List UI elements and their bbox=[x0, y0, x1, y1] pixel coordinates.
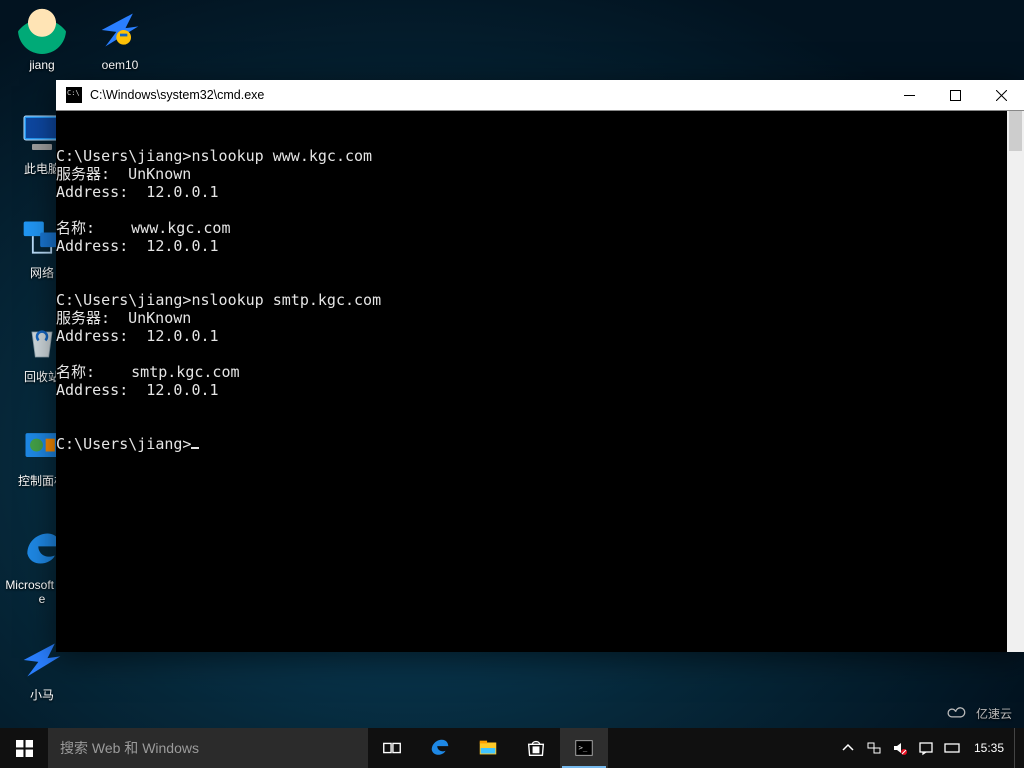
watermark-text: 亿速云 bbox=[976, 705, 1012, 722]
window-title: C:\Windows\system32\cmd.exe bbox=[90, 88, 886, 102]
task-view-button[interactable] bbox=[368, 728, 416, 768]
taskbar-clock[interactable]: 15:35 bbox=[966, 742, 1012, 755]
minimize-button[interactable] bbox=[886, 80, 932, 111]
taskbar: 搜索 Web 和 Windows >_ 15:35 bbox=[0, 728, 1024, 768]
tray-network-icon[interactable] bbox=[862, 728, 886, 768]
tray-chevron-up-icon[interactable] bbox=[836, 728, 860, 768]
start-button[interactable] bbox=[0, 728, 48, 768]
tray-keyboard-icon[interactable] bbox=[940, 728, 964, 768]
taskbar-edge[interactable] bbox=[416, 728, 464, 768]
close-button[interactable] bbox=[978, 80, 1024, 111]
tray-volume-icon[interactable] bbox=[888, 728, 912, 768]
taskbar-explorer[interactable] bbox=[464, 728, 512, 768]
search-placeholder: 搜索 Web 和 Windows bbox=[60, 738, 199, 758]
cursor bbox=[191, 435, 199, 449]
taskbar-cmd[interactable]: >_ bbox=[560, 728, 608, 768]
cloud-icon bbox=[944, 704, 970, 722]
window-controls bbox=[886, 80, 1024, 110]
show-desktop-button[interactable] bbox=[1014, 728, 1020, 768]
clock-time: 15:35 bbox=[974, 742, 1004, 755]
svg-text:>_: >_ bbox=[579, 743, 588, 752]
cmd-window[interactable]: C:\Windows\system32\cmd.exe C:\Users\jia… bbox=[56, 80, 1024, 652]
cmd-icon bbox=[66, 87, 82, 103]
maximize-button[interactable] bbox=[932, 80, 978, 111]
icon-label: oem10 bbox=[82, 58, 158, 72]
scrollbar[interactable] bbox=[1007, 111, 1024, 652]
watermark: 亿速云 bbox=[944, 704, 1012, 722]
system-tray: 15:35 bbox=[836, 728, 1024, 768]
desktop-icon-oem10[interactable]: oem10 bbox=[82, 6, 158, 72]
icon-label: jiang bbox=[4, 58, 80, 72]
search-box[interactable]: 搜索 Web 和 Windows bbox=[48, 728, 368, 768]
terminal-output: C:\Users\jiang>nslookup www.kgc.com 服务器:… bbox=[56, 147, 1024, 453]
installer-icon bbox=[96, 6, 144, 54]
scrollbar-thumb[interactable] bbox=[1009, 111, 1022, 151]
titlebar[interactable]: C:\Windows\system32\cmd.exe bbox=[56, 80, 1024, 111]
terminal-body[interactable]: C:\Users\jiang>nslookup www.kgc.com 服务器:… bbox=[56, 111, 1024, 652]
icon-label: 小马 bbox=[4, 688, 80, 702]
tray-notifications-icon[interactable] bbox=[914, 728, 938, 768]
taskbar-store[interactable] bbox=[512, 728, 560, 768]
desktop-icon-user-jiang[interactable]: jiang bbox=[4, 6, 80, 72]
user-folder-icon bbox=[18, 6, 66, 54]
